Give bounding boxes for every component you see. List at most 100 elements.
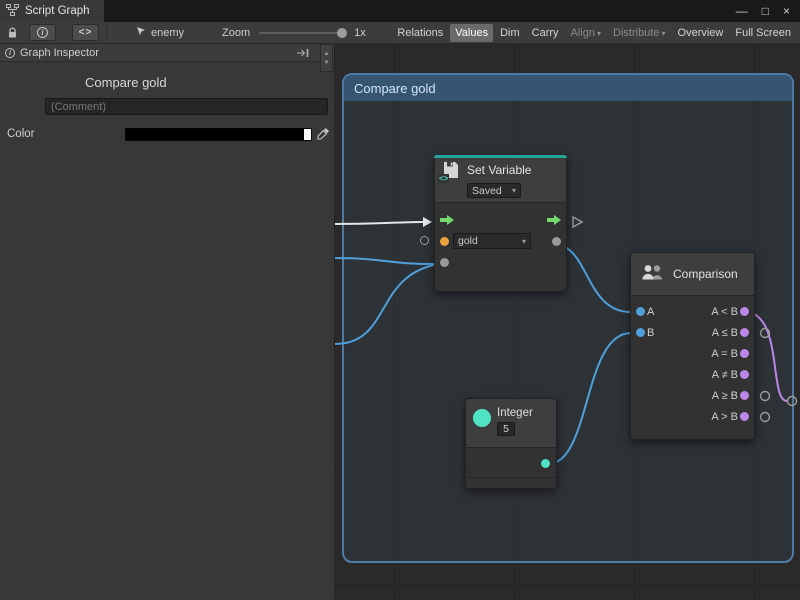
align-button[interactable]: Align▾ — [566, 24, 606, 42]
distribute-button[interactable]: Distribute▾ — [608, 24, 670, 42]
wire-value-in-lower[interactable] — [335, 265, 434, 344]
port-ring-unconnected[interactable] — [420, 236, 429, 245]
breadcrumb-enemy[interactable]: enemy — [136, 26, 184, 39]
color-swatch[interactable] — [125, 128, 312, 141]
variables-toggle-button[interactable]: <> — [72, 24, 99, 41]
output-port-greaterequal[interactable] — [740, 391, 749, 400]
set-variable-body: gold ▾ — [435, 203, 566, 291]
output-label: A = B — [711, 348, 738, 360]
comparison-header[interactable]: Comparison — [631, 253, 754, 296]
graph-inspector-title: Graph Inspector — [20, 47, 99, 59]
comparison-icon — [641, 264, 665, 284]
node-set-variable[interactable]: <> Set Variable Saved ▾ — [434, 155, 567, 292]
output-port-lessequal[interactable] — [740, 328, 749, 337]
value-output-port[interactable] — [552, 237, 561, 246]
zoom-label: Zoom — [222, 27, 250, 39]
minimize-button[interactable]: — — [736, 4, 748, 18]
input-b-label: B — [647, 327, 654, 339]
alpha-indicator — [304, 129, 311, 140]
scroll-down-icon[interactable]: ▼ — [324, 60, 330, 66]
output-label: A ≥ B — [712, 390, 738, 402]
zoom-slider-knob[interactable] — [337, 28, 347, 38]
variable-name-port[interactable] — [440, 237, 449, 246]
node-title: Set Variable — [467, 163, 531, 177]
scroll-up-icon[interactable]: ▲ — [324, 51, 330, 57]
zoom-value: 1x — [354, 27, 366, 39]
integer-header[interactable]: Integer 5 — [466, 399, 556, 448]
value-input-port[interactable] — [440, 258, 449, 267]
output-port-less[interactable] — [740, 307, 749, 316]
relations-button[interactable]: Relations — [392, 24, 448, 42]
tab-label: Script Graph — [25, 5, 90, 17]
values-button[interactable]: Values — [450, 24, 493, 42]
integer-output-port[interactable] — [541, 459, 550, 468]
node-comparison[interactable]: Comparison A A < B B A ≤ B A = B — [630, 252, 755, 440]
breadcrumb-label: enemy — [151, 27, 184, 39]
flow-port-row — [435, 210, 566, 231]
graph-canvas[interactable]: Compare gold — [335, 44, 800, 600]
graph-title: Compare gold — [85, 75, 334, 90]
output-port-greater[interactable] — [740, 412, 749, 421]
fullscreen-button[interactable]: Full Screen — [730, 24, 796, 42]
node-title: Comparison — [673, 267, 738, 281]
code-badge: <> — [438, 174, 449, 183]
input-b-port[interactable] — [636, 328, 645, 337]
wire-integer-to-b[interactable] — [548, 333, 631, 464]
port-ring-output-6[interactable] — [761, 413, 770, 422]
integer-value-input[interactable]: 5 — [497, 422, 515, 436]
comparison-row: A = B — [631, 343, 754, 364]
flow-output-port[interactable] — [547, 215, 561, 225]
lock-icon[interactable] — [7, 27, 18, 39]
color-field-row: Color — [0, 127, 334, 143]
dim-button[interactable]: Dim — [495, 24, 525, 42]
wire-value-in-upper[interactable] — [335, 258, 434, 264]
asset-arrow-icon — [136, 26, 146, 39]
integer-icon — [473, 409, 491, 427]
set-variable-header[interactable]: <> Set Variable Saved ▾ — [435, 156, 566, 203]
variable-name-dropdown[interactable]: gold ▾ — [453, 233, 531, 249]
port-ring-output-5[interactable] — [761, 392, 770, 401]
eyedropper-icon[interactable] — [317, 127, 330, 143]
chevron-down-icon: ▾ — [662, 29, 666, 38]
comparison-row: A > B — [631, 406, 754, 427]
toolbar-buttons: Relations Values Dim Carry Align▾ Distri… — [391, 24, 800, 42]
script-graph-window: Script Graph — □ × i <> enemy Zoom — [0, 0, 800, 600]
wire-flow-arrowhead-icon — [423, 217, 432, 227]
zoom-slider[interactable] — [259, 32, 345, 34]
wire-flow-in[interactable] — [335, 222, 423, 224]
comparison-row: A ≥ B — [631, 385, 754, 406]
comment-input[interactable] — [45, 98, 328, 115]
overview-button[interactable]: Overview — [673, 24, 729, 42]
variable-scope-dropdown[interactable]: Saved ▾ — [467, 183, 521, 198]
integer-footer — [466, 477, 556, 488]
info-icon: i — [37, 27, 48, 38]
chevron-down-icon: ▾ — [508, 186, 516, 195]
wire-setvariable-to-a[interactable] — [559, 245, 631, 312]
output-port-equal[interactable] — [740, 349, 749, 358]
comparison-row: A ≠ B — [631, 364, 754, 385]
graph-inspector-header: i Graph Inspector — [0, 44, 334, 62]
comparison-row: B A ≤ B — [631, 322, 754, 343]
chevron-down-icon: ▾ — [597, 29, 601, 38]
maximize-button[interactable]: □ — [762, 4, 769, 18]
variable-name-row: gold ▾ — [435, 231, 566, 252]
window-controls: — □ × — [736, 0, 800, 22]
node-integer[interactable]: Integer 5 — [465, 398, 557, 489]
output-port-notequal[interactable] — [740, 370, 749, 379]
flow-out-triangle-icon[interactable] — [573, 217, 582, 227]
output-label: A > B — [711, 411, 738, 423]
info-icon: i — [5, 48, 15, 58]
input-a-port[interactable] — [636, 307, 645, 316]
close-button[interactable]: × — [783, 4, 790, 18]
comparison-body: A A < B B A ≤ B A = B A ≠ B — [631, 296, 754, 439]
panel-scrollbar[interactable]: ▲ ▼ — [320, 44, 333, 72]
node-accent-strip — [434, 155, 567, 158]
script-graph-icon — [6, 4, 19, 19]
flow-input-port[interactable] — [440, 215, 454, 225]
port-ring-result-end[interactable] — [788, 397, 797, 406]
graph-inspector-toggle-button[interactable]: i — [29, 24, 56, 41]
tab-script-graph[interactable]: Script Graph — [0, 0, 104, 22]
carry-button[interactable]: Carry — [527, 24, 564, 42]
dock-panel-icon[interactable] — [296, 48, 309, 58]
comparison-row: A A < B — [631, 301, 754, 322]
